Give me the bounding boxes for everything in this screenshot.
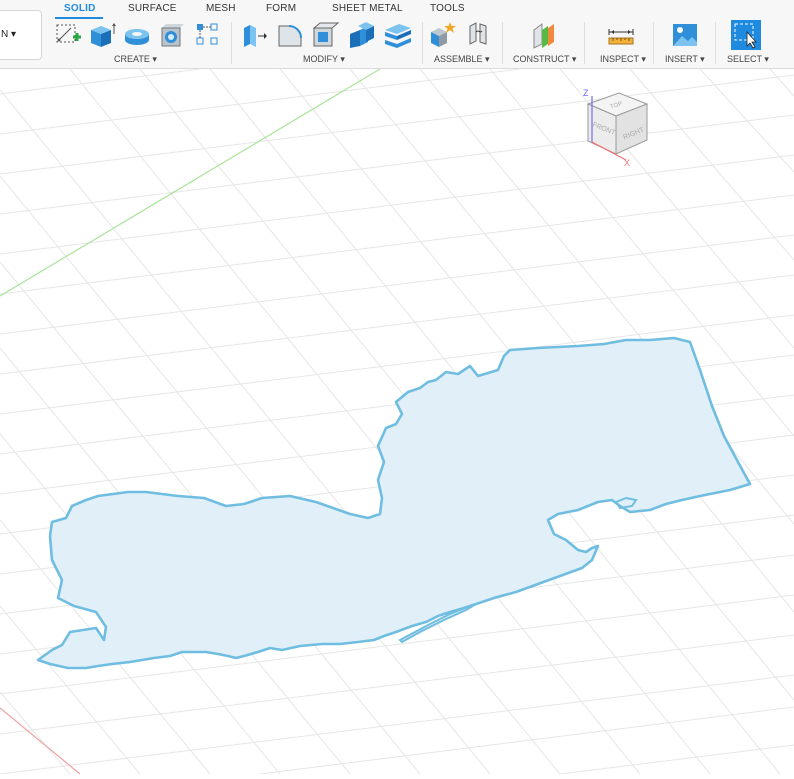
- create-sketch-icon[interactable]: [53, 20, 83, 50]
- workspace-label: N ▾: [1, 29, 17, 40]
- y-axis-line: [0, 68, 381, 297]
- viewport-svg: TOP FRONT RIGHT Z X: [0, 68, 794, 775]
- create-menu[interactable]: CREATE ▾: [114, 54, 157, 65]
- z-axis-label: Z: [583, 88, 589, 98]
- group-divider: [715, 22, 716, 64]
- group-divider: [422, 22, 423, 64]
- joint-icon[interactable]: [464, 20, 494, 50]
- tab-surface[interactable]: SURFACE: [128, 3, 177, 14]
- assemble-menu[interactable]: ASSEMBLE ▾: [434, 54, 490, 65]
- tab-solid[interactable]: SOLID: [64, 3, 96, 14]
- extrude-icon[interactable]: [87, 20, 117, 50]
- tab-sheet-metal[interactable]: SHEET METAL: [332, 3, 403, 14]
- tab-mesh[interactable]: MESH: [206, 3, 236, 14]
- x-axis-line: [0, 707, 81, 775]
- group-divider: [584, 22, 585, 64]
- new-component-icon[interactable]: [428, 20, 458, 50]
- insert-image-icon[interactable]: [670, 20, 700, 50]
- tab-form[interactable]: FORM: [266, 3, 296, 14]
- shell-icon[interactable]: [310, 20, 340, 50]
- offset-plane-icon[interactable]: [530, 20, 560, 50]
- press-pull-icon[interactable]: [240, 20, 270, 50]
- hole-icon[interactable]: [158, 20, 188, 50]
- group-divider: [502, 22, 503, 64]
- measure-icon[interactable]: [606, 20, 636, 50]
- inspect-menu[interactable]: INSPECT ▾: [600, 54, 646, 65]
- combine-icon[interactable]: [346, 20, 376, 50]
- sketch-profile[interactable]: [36, 336, 752, 670]
- x-axis-label: X: [624, 158, 630, 168]
- tab-tools[interactable]: TOOLS: [430, 3, 465, 14]
- group-divider: [231, 22, 232, 64]
- modify-menu[interactable]: MODIFY ▾: [303, 54, 345, 65]
- group-divider: [653, 22, 654, 64]
- construct-menu[interactable]: CONSTRUCT ▾: [513, 54, 576, 65]
- insert-menu[interactable]: INSERT ▾: [665, 54, 705, 65]
- select-menu[interactable]: SELECT ▾: [727, 54, 769, 65]
- model-canvas[interactable]: TOP FRONT RIGHT Z X: [0, 68, 794, 775]
- select-icon[interactable]: [731, 20, 761, 50]
- view-cube[interactable]: TOP FRONT RIGHT Z X: [583, 88, 649, 168]
- workspace-dropdown[interactable]: N ▾: [0, 10, 42, 60]
- pattern-icon[interactable]: [193, 20, 223, 50]
- active-tab-indicator: [55, 17, 103, 19]
- split-body-icon[interactable]: [383, 20, 413, 50]
- fillet-icon[interactable]: [275, 20, 305, 50]
- revolve-icon[interactable]: [122, 20, 152, 50]
- toolbar: N ▾ SOLID SURFACE MESH FORM SHEET METAL …: [0, 0, 794, 69]
